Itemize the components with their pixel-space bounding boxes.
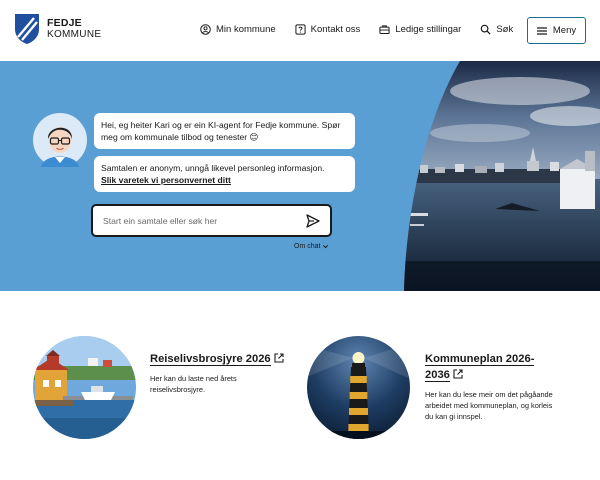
nav-label: Søk <box>496 24 514 35</box>
kommuneplan-image <box>307 336 410 439</box>
fedje-logo[interactable]: FEDJE KOMMUNE <box>14 13 101 45</box>
about-chat-toggle[interactable]: Om chat <box>294 243 329 250</box>
user-circle-icon <box>200 24 211 35</box>
external-link-icon <box>453 369 463 379</box>
nav-label: Ledige stillingar <box>395 24 462 35</box>
chat-search-box <box>91 204 332 237</box>
nav-label: Min kommune <box>216 24 276 35</box>
logo-line1: FEDJE <box>47 17 82 29</box>
harbour-photo <box>400 61 600 291</box>
card-reiseliv-title[interactable]: Reiselivsbrosjyre 2026 <box>150 351 300 367</box>
top-nav: Min kommune Kontakt oss Ledige stillinga… <box>200 24 532 35</box>
card-reiseliv-description: Her kan du laste ned årets reiselivsbros… <box>150 374 237 394</box>
send-icon <box>306 214 320 228</box>
send-button[interactable] <box>306 212 324 230</box>
nav-label: Kontakt oss <box>310 24 361 35</box>
search-icon <box>481 24 491 35</box>
external-link-icon <box>274 353 284 363</box>
about-chat-label: Om chat <box>294 243 321 250</box>
menu-label: Meny <box>552 25 577 36</box>
card-kommuneplan-title[interactable]: Kommuneplan 2026-2036 <box>425 351 540 383</box>
privacy-text: Samtalen er anonym, unngå likevel person… <box>101 163 325 173</box>
chat-bubble-greeting: Hei, eg heiter Kari og er ein KI-agent f… <box>94 113 355 149</box>
kari-avatar <box>33 113 87 167</box>
chat-bubble-privacy: Samtalen er anonym, unngå likevel person… <box>94 156 355 192</box>
privacy-link[interactable]: Slik varetek vi personvernet ditt <box>101 175 231 185</box>
nav-min-kommune[interactable]: Min kommune <box>200 24 276 35</box>
chat-search-input[interactable] <box>103 213 293 229</box>
nav-ledige-stillingar[interactable]: Ledige stillingar <box>379 24 461 35</box>
hamburger-icon <box>536 26 547 35</box>
card-title-text: Reiselivsbrosjyre 2026 <box>150 353 271 366</box>
greeting-text: Hei, eg heiter Kari og er ein KI-agent f… <box>101 120 341 142</box>
briefcase-icon <box>379 25 390 35</box>
nav-kontakt-oss[interactable]: Kontakt oss <box>295 24 361 35</box>
reiseliv-image <box>33 336 136 439</box>
menu-button[interactable]: Meny <box>527 17 586 44</box>
site-header: FEDJE KOMMUNE Min kommune Kontakt oss Le… <box>0 0 600 61</box>
chevron-down-icon <box>323 245 329 249</box>
card-kommuneplan-description: Her kan du lese meir om det pågåande arb… <box>425 390 553 421</box>
coat-of-arms-icon <box>15 14 39 44</box>
logo-line2: KOMMUNE <box>47 29 102 40</box>
hero-section: Hei, eg heiter Kari og er ein KI-agent f… <box>0 61 600 291</box>
question-icon <box>295 24 306 35</box>
card-title-text: Kommuneplan 2026-2036 <box>425 353 535 382</box>
nav-sok[interactable]: Søk <box>480 24 513 35</box>
